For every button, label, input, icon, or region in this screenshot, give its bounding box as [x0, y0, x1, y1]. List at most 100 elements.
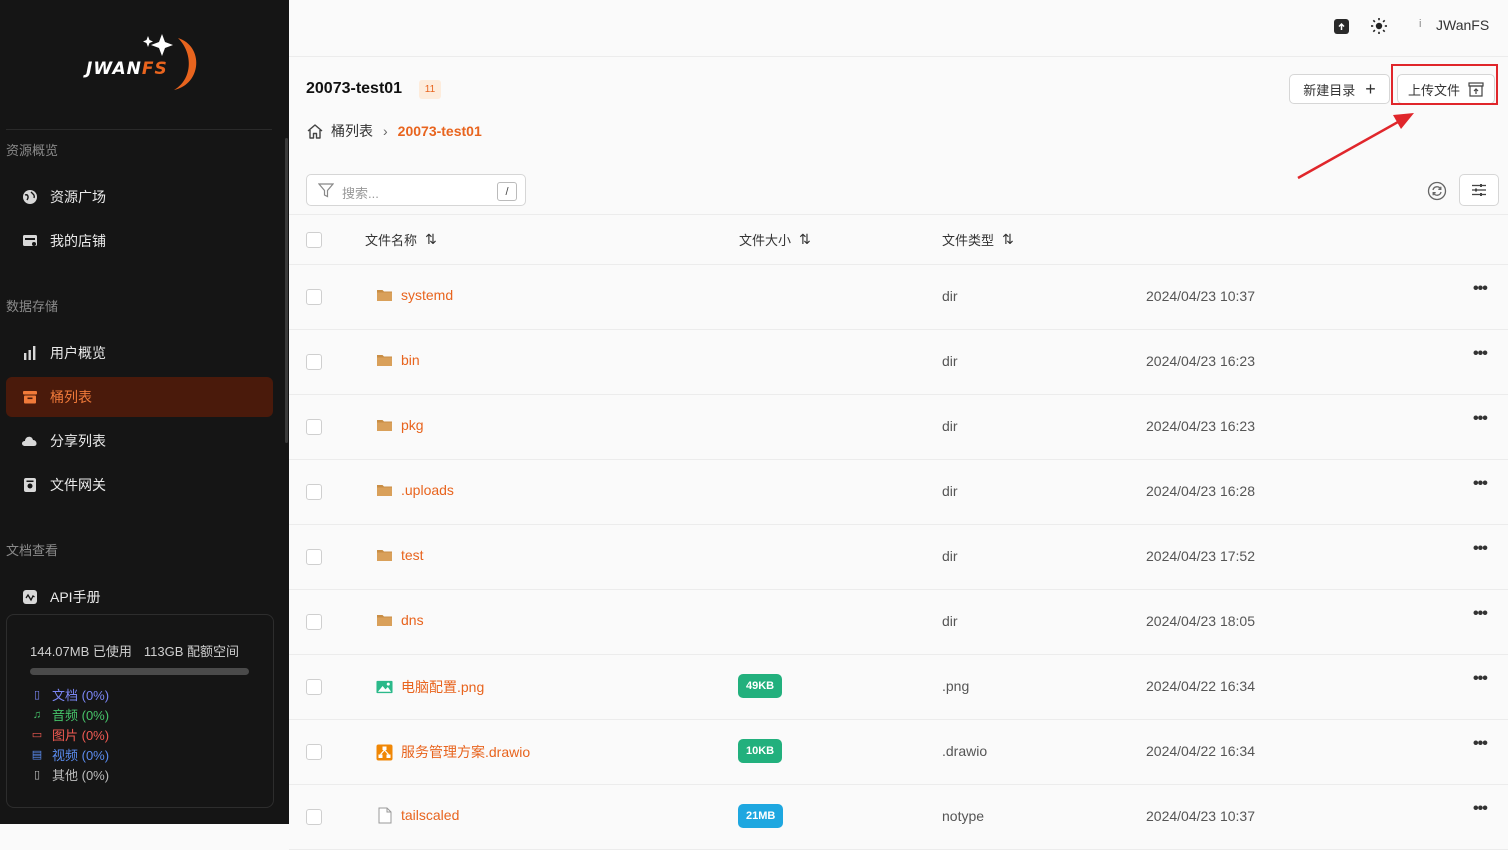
table-row[interactable]: systemd dir 2024/04/23 10:37 •••	[289, 264, 1508, 330]
file-name-link[interactable]: dns	[376, 612, 424, 628]
column-header-size[interactable]: 文件大小 ⇅	[739, 230, 811, 249]
file-name-link[interactable]: 电脑配置.png	[376, 677, 484, 697]
row-checkbox[interactable]	[306, 744, 322, 760]
sort-icon[interactable]: ⇅	[799, 231, 811, 248]
table-row[interactable]: tailscaled 21MB notype 2024/04/23 10:37 •••	[289, 784, 1508, 850]
page-title: 20073-test01	[306, 80, 403, 97]
sidebar-item-my-store[interactable]: 我的店铺	[6, 221, 273, 261]
theme-sun-icon[interactable]	[1369, 16, 1389, 36]
row-checkbox[interactable]	[306, 549, 322, 565]
column-settings-button[interactable]	[1459, 174, 1499, 206]
more-actions-icon[interactable]: •••	[1473, 345, 1488, 363]
file-size-badge: 49KB	[738, 674, 783, 698]
sidebar-item-api-manual[interactable]: API手册	[6, 577, 273, 617]
more-actions-icon[interactable]: •••	[1473, 280, 1488, 298]
sidebar-item-bucket-list[interactable]: 桶列表	[6, 377, 273, 417]
sliders-icon	[1471, 183, 1487, 197]
file-type: notype	[942, 808, 985, 824]
folder-icon	[376, 613, 393, 628]
file-name-link[interactable]: systemd	[376, 287, 453, 303]
modified-date: 2024/04/22 16:34	[1146, 743, 1255, 759]
storage-breakdown-video: ▤ 视频 (0%)	[31, 748, 110, 763]
row-checkbox[interactable]	[306, 679, 322, 695]
more-actions-icon[interactable]: •••	[1473, 670, 1488, 688]
storage-breakdown-images: ▭ 图片 (0%)	[31, 728, 110, 743]
column-header-name[interactable]: 文件名称 ⇅	[365, 230, 437, 249]
modified-date: 2024/04/23 10:37	[1146, 288, 1255, 304]
folder-icon	[376, 548, 393, 563]
file-name-link[interactable]: bin	[376, 352, 420, 368]
new-directory-button[interactable]: 新建目录 +	[1289, 74, 1390, 104]
document-icon: ▯	[33, 689, 41, 701]
modified-date: 2024/04/23 10:37	[1146, 808, 1255, 824]
more-actions-icon[interactable]: •••	[1473, 800, 1488, 818]
breadcrumb-root[interactable]: 桶列表	[331, 121, 373, 141]
file-name-link[interactable]: .uploads	[376, 482, 454, 498]
sort-icon[interactable]: ⇅	[425, 231, 437, 248]
file-name-link[interactable]: test	[376, 547, 424, 563]
table-row[interactable]: 服务管理方案.drawio 10KB .drawio 2024/04/22 16:34…	[289, 719, 1508, 785]
select-all-checkbox[interactable]	[306, 232, 322, 248]
file-type: dir	[942, 548, 958, 564]
globe-icon	[21, 188, 39, 206]
cloud-share-icon	[21, 432, 39, 450]
chevron-right-icon: ›	[383, 123, 388, 139]
row-checkbox[interactable]	[306, 289, 322, 305]
file-name-link[interactable]: 服务管理方案.drawio	[376, 742, 530, 762]
user-avatar[interactable]: i	[1419, 18, 1421, 30]
refresh-icon[interactable]	[1426, 180, 1448, 202]
row-checkbox[interactable]	[306, 614, 322, 630]
folder-icon	[376, 288, 393, 303]
file-name-link[interactable]: pkg	[376, 417, 424, 433]
bucket-icon	[21, 388, 39, 406]
more-actions-icon[interactable]: •••	[1473, 475, 1488, 493]
sidebar: JWANFS 资源概览 资源广场 我的店铺 数据存储 用户概览 桶列表 分享列表	[0, 0, 289, 824]
row-checkbox[interactable]	[306, 484, 322, 500]
table-row[interactable]: bin dir 2024/04/23 16:23 •••	[289, 329, 1508, 395]
row-checkbox[interactable]	[306, 354, 322, 370]
row-checkbox[interactable]	[306, 809, 322, 825]
sidebar-item-user-overview[interactable]: 用户概览	[6, 333, 273, 373]
section-title-docs: 文档查看	[6, 543, 59, 558]
drawio-icon	[376, 744, 393, 760]
sidebar-divider	[6, 129, 272, 130]
logo[interactable]: JWANFS	[82, 30, 212, 96]
plus-icon: +	[1365, 79, 1376, 99]
sidebar-scrollbar[interactable]	[285, 138, 288, 443]
more-actions-icon[interactable]: •••	[1473, 605, 1488, 623]
file-type: .drawio	[942, 743, 988, 759]
sidebar-item-resource-plaza[interactable]: 资源广场	[6, 177, 273, 217]
user-name[interactable]: JWanFS	[1436, 17, 1489, 33]
upload-box-icon[interactable]	[1331, 16, 1351, 36]
api-manual-icon	[21, 588, 39, 606]
file-icon: ▯	[33, 769, 41, 781]
sidebar-item-label: 分享列表	[50, 433, 106, 449]
item-count-badge: 11	[419, 80, 441, 99]
file-icon	[376, 807, 393, 823]
breadcrumb: 桶列表 › 20073-test01	[306, 121, 482, 141]
gateway-icon	[21, 476, 39, 494]
search-input[interactable]: 搜索... /	[306, 174, 526, 206]
table-row[interactable]: dns dir 2024/04/23 18:05 •••	[289, 589, 1508, 655]
table-row[interactable]: test dir 2024/04/23 17:52 •••	[289, 524, 1508, 590]
home-icon[interactable]	[306, 123, 324, 140]
table-row[interactable]: .uploads dir 2024/04/23 16:28 •••	[289, 459, 1508, 525]
sort-icon[interactable]: ⇅	[1002, 231, 1014, 248]
table-row[interactable]: 电脑配置.png 49KB .png 2024/04/22 16:34 •••	[289, 654, 1508, 720]
storage-summary: 144.07MB 已使用 113GB 配额空间	[30, 641, 251, 660]
column-header-type[interactable]: 文件类型 ⇅	[942, 230, 1014, 249]
file-type: dir	[942, 353, 958, 369]
storage-quota: 113GB 配额空间	[143, 644, 239, 659]
sidebar-item-share-list[interactable]: 分享列表	[6, 421, 273, 461]
file-name-link[interactable]: tailscaled	[376, 807, 459, 823]
table-row[interactable]: pkg dir 2024/04/23 16:23 •••	[289, 394, 1508, 460]
file-type: .png	[942, 678, 970, 694]
more-actions-icon[interactable]: •••	[1473, 735, 1488, 753]
modified-date: 2024/04/23 18:05	[1146, 613, 1255, 629]
row-checkbox[interactable]	[306, 419, 322, 435]
sidebar-item-file-gateway[interactable]: 文件网关	[6, 465, 273, 505]
file-size-badge: 21MB	[738, 804, 784, 828]
more-actions-icon[interactable]: •••	[1473, 410, 1488, 428]
more-actions-icon[interactable]: •••	[1473, 540, 1488, 558]
modified-date: 2024/04/23 16:23	[1146, 418, 1255, 434]
